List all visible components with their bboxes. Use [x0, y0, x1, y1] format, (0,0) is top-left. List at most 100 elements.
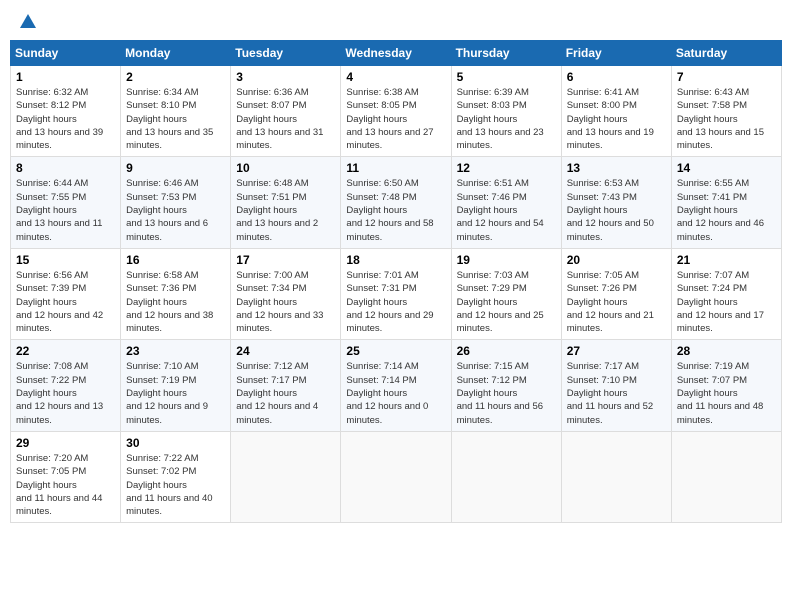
day-of-week-header: Tuesday	[231, 41, 341, 66]
calendar-day-cell: 20 Sunrise: 7:05 AM Sunset: 7:26 PM Dayl…	[561, 248, 671, 339]
day-info: Sunrise: 6:50 AM Sunset: 7:48 PM Dayligh…	[346, 177, 445, 243]
calendar-day-cell: 5 Sunrise: 6:39 AM Sunset: 8:03 PM Dayli…	[451, 66, 561, 157]
day-info: Sunrise: 7:22 AM Sunset: 7:02 PM Dayligh…	[126, 452, 225, 518]
day-info: Sunrise: 7:03 AM Sunset: 7:29 PM Dayligh…	[457, 269, 556, 335]
day-info: Sunrise: 6:56 AM Sunset: 7:39 PM Dayligh…	[16, 269, 115, 335]
day-number: 2	[126, 70, 225, 84]
calendar-day-cell	[341, 431, 451, 522]
calendar-day-cell: 29 Sunrise: 7:20 AM Sunset: 7:05 PM Dayl…	[11, 431, 121, 522]
day-info: Sunrise: 6:58 AM Sunset: 7:36 PM Dayligh…	[126, 269, 225, 335]
day-number: 21	[677, 253, 776, 267]
day-info: Sunrise: 7:19 AM Sunset: 7:07 PM Dayligh…	[677, 360, 776, 426]
page-header	[10, 10, 782, 34]
calendar-day-cell: 18 Sunrise: 7:01 AM Sunset: 7:31 PM Dayl…	[341, 248, 451, 339]
calendar-day-cell: 6 Sunrise: 6:41 AM Sunset: 8:00 PM Dayli…	[561, 66, 671, 157]
day-number: 12	[457, 161, 556, 175]
calendar-week-row: 8 Sunrise: 6:44 AM Sunset: 7:55 PM Dayli…	[11, 157, 782, 248]
calendar-day-cell: 17 Sunrise: 7:00 AM Sunset: 7:34 PM Dayl…	[231, 248, 341, 339]
calendar-day-cell: 11 Sunrise: 6:50 AM Sunset: 7:48 PM Dayl…	[341, 157, 451, 248]
day-number: 5	[457, 70, 556, 84]
day-info: Sunrise: 7:15 AM Sunset: 7:12 PM Dayligh…	[457, 360, 556, 426]
day-info: Sunrise: 6:46 AM Sunset: 7:53 PM Dayligh…	[126, 177, 225, 243]
calendar-day-cell: 15 Sunrise: 6:56 AM Sunset: 7:39 PM Dayl…	[11, 248, 121, 339]
day-info: Sunrise: 6:48 AM Sunset: 7:51 PM Dayligh…	[236, 177, 335, 243]
day-number: 1	[16, 70, 115, 84]
day-number: 4	[346, 70, 445, 84]
day-of-week-header: Sunday	[11, 41, 121, 66]
day-number: 8	[16, 161, 115, 175]
calendar-day-cell	[231, 431, 341, 522]
day-info: Sunrise: 6:43 AM Sunset: 7:58 PM Dayligh…	[677, 86, 776, 152]
day-info: Sunrise: 6:55 AM Sunset: 7:41 PM Dayligh…	[677, 177, 776, 243]
calendar-day-cell: 22 Sunrise: 7:08 AM Sunset: 7:22 PM Dayl…	[11, 340, 121, 431]
logo-triangle-icon	[20, 14, 36, 28]
calendar-day-cell: 26 Sunrise: 7:15 AM Sunset: 7:12 PM Dayl…	[451, 340, 561, 431]
day-number: 10	[236, 161, 335, 175]
calendar-week-row: 29 Sunrise: 7:20 AM Sunset: 7:05 PM Dayl…	[11, 431, 782, 522]
calendar-day-cell: 9 Sunrise: 6:46 AM Sunset: 7:53 PM Dayli…	[121, 157, 231, 248]
calendar-day-cell: 1 Sunrise: 6:32 AM Sunset: 8:12 PM Dayli…	[11, 66, 121, 157]
day-info: Sunrise: 6:38 AM Sunset: 8:05 PM Dayligh…	[346, 86, 445, 152]
calendar-week-row: 15 Sunrise: 6:56 AM Sunset: 7:39 PM Dayl…	[11, 248, 782, 339]
day-info: Sunrise: 7:08 AM Sunset: 7:22 PM Dayligh…	[16, 360, 115, 426]
day-number: 15	[16, 253, 115, 267]
day-info: Sunrise: 7:12 AM Sunset: 7:17 PM Dayligh…	[236, 360, 335, 426]
day-of-week-header: Saturday	[671, 41, 781, 66]
day-number: 25	[346, 344, 445, 358]
day-info: Sunrise: 6:51 AM Sunset: 7:46 PM Dayligh…	[457, 177, 556, 243]
day-info: Sunrise: 7:00 AM Sunset: 7:34 PM Dayligh…	[236, 269, 335, 335]
day-of-week-header: Wednesday	[341, 41, 451, 66]
day-number: 26	[457, 344, 556, 358]
calendar-day-cell: 10 Sunrise: 6:48 AM Sunset: 7:51 PM Dayl…	[231, 157, 341, 248]
calendar-day-cell	[671, 431, 781, 522]
calendar-day-cell: 21 Sunrise: 7:07 AM Sunset: 7:24 PM Dayl…	[671, 248, 781, 339]
day-info: Sunrise: 7:05 AM Sunset: 7:26 PM Dayligh…	[567, 269, 666, 335]
day-number: 3	[236, 70, 335, 84]
day-number: 28	[677, 344, 776, 358]
day-info: Sunrise: 6:39 AM Sunset: 8:03 PM Dayligh…	[457, 86, 556, 152]
calendar-day-cell: 16 Sunrise: 6:58 AM Sunset: 7:36 PM Dayl…	[121, 248, 231, 339]
calendar-header-row: SundayMondayTuesdayWednesdayThursdayFrid…	[11, 41, 782, 66]
calendar-day-cell: 2 Sunrise: 6:34 AM Sunset: 8:10 PM Dayli…	[121, 66, 231, 157]
calendar-week-row: 22 Sunrise: 7:08 AM Sunset: 7:22 PM Dayl…	[11, 340, 782, 431]
day-of-week-header: Thursday	[451, 41, 561, 66]
calendar-week-row: 1 Sunrise: 6:32 AM Sunset: 8:12 PM Dayli…	[11, 66, 782, 157]
calendar-day-cell: 13 Sunrise: 6:53 AM Sunset: 7:43 PM Dayl…	[561, 157, 671, 248]
day-number: 11	[346, 161, 445, 175]
day-info: Sunrise: 6:36 AM Sunset: 8:07 PM Dayligh…	[236, 86, 335, 152]
day-number: 30	[126, 436, 225, 450]
day-number: 17	[236, 253, 335, 267]
day-number: 7	[677, 70, 776, 84]
day-info: Sunrise: 7:20 AM Sunset: 7:05 PM Dayligh…	[16, 452, 115, 518]
calendar-table: SundayMondayTuesdayWednesdayThursdayFrid…	[10, 40, 782, 523]
day-info: Sunrise: 6:34 AM Sunset: 8:10 PM Dayligh…	[126, 86, 225, 152]
calendar-day-cell	[561, 431, 671, 522]
calendar-day-cell: 3 Sunrise: 6:36 AM Sunset: 8:07 PM Dayli…	[231, 66, 341, 157]
day-number: 6	[567, 70, 666, 84]
calendar-day-cell: 14 Sunrise: 6:55 AM Sunset: 7:41 PM Dayl…	[671, 157, 781, 248]
calendar-day-cell: 12 Sunrise: 6:51 AM Sunset: 7:46 PM Dayl…	[451, 157, 561, 248]
day-number: 9	[126, 161, 225, 175]
calendar-day-cell	[451, 431, 561, 522]
calendar-day-cell: 4 Sunrise: 6:38 AM Sunset: 8:05 PM Dayli…	[341, 66, 451, 157]
calendar-day-cell: 25 Sunrise: 7:14 AM Sunset: 7:14 PM Dayl…	[341, 340, 451, 431]
day-info: Sunrise: 7:10 AM Sunset: 7:19 PM Dayligh…	[126, 360, 225, 426]
day-info: Sunrise: 6:32 AM Sunset: 8:12 PM Dayligh…	[16, 86, 115, 152]
day-info: Sunrise: 7:17 AM Sunset: 7:10 PM Dayligh…	[567, 360, 666, 426]
calendar-day-cell: 27 Sunrise: 7:17 AM Sunset: 7:10 PM Dayl…	[561, 340, 671, 431]
day-info: Sunrise: 6:44 AM Sunset: 7:55 PM Dayligh…	[16, 177, 115, 243]
day-info: Sunrise: 7:14 AM Sunset: 7:14 PM Dayligh…	[346, 360, 445, 426]
day-number: 27	[567, 344, 666, 358]
calendar-day-cell: 24 Sunrise: 7:12 AM Sunset: 7:17 PM Dayl…	[231, 340, 341, 431]
calendar-day-cell: 19 Sunrise: 7:03 AM Sunset: 7:29 PM Dayl…	[451, 248, 561, 339]
day-number: 16	[126, 253, 225, 267]
day-number: 14	[677, 161, 776, 175]
day-number: 23	[126, 344, 225, 358]
day-number: 24	[236, 344, 335, 358]
day-number: 19	[457, 253, 556, 267]
day-number: 13	[567, 161, 666, 175]
day-number: 29	[16, 436, 115, 450]
day-info: Sunrise: 7:07 AM Sunset: 7:24 PM Dayligh…	[677, 269, 776, 335]
day-info: Sunrise: 6:41 AM Sunset: 8:00 PM Dayligh…	[567, 86, 666, 152]
day-number: 22	[16, 344, 115, 358]
